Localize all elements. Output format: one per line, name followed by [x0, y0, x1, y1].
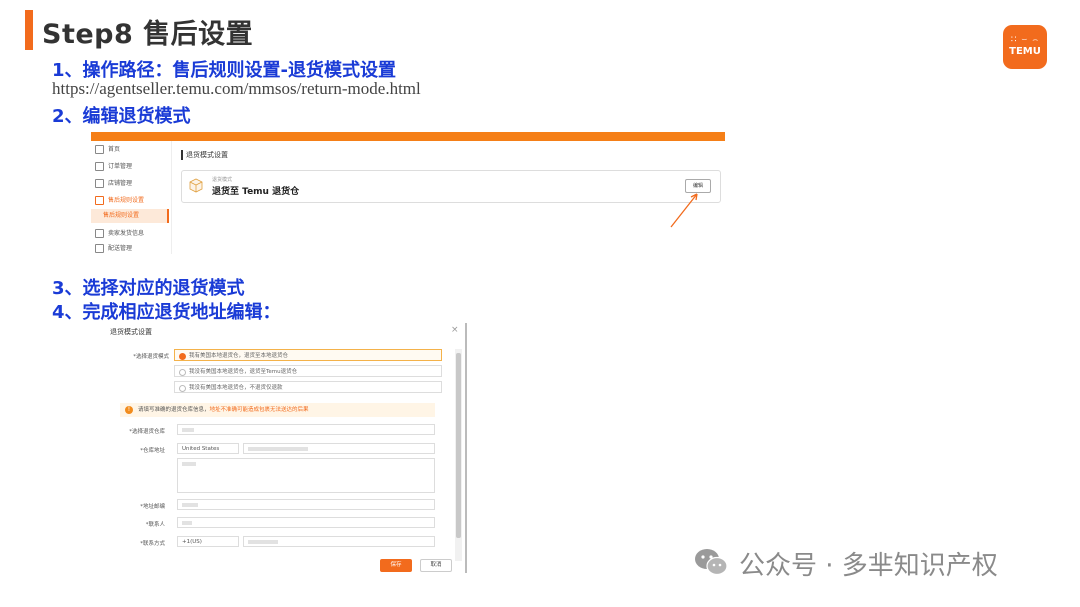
dialog-title: 退货模式设置: [110, 328, 152, 336]
watermark-text: 公众号 · 多芈知识产权: [739, 551, 998, 581]
radio-selected-icon: [179, 353, 186, 360]
home-icon: [95, 145, 104, 154]
mode-label: *选择退货模式: [133, 354, 169, 360]
url-text: https://agentseller.temu.com/mmsos/retur…: [52, 79, 421, 98]
contact-label: *联系人: [145, 522, 165, 528]
dialog-right-border: [465, 323, 467, 573]
option-temu-warehouse[interactable]: 我没有美国本地退货仓，退货至Temu退货仓: [174, 365, 442, 377]
sidebar-item-shipping-info[interactable]: 卖家发货信息: [95, 228, 171, 240]
contact-input[interactable]: [177, 517, 435, 528]
sidebar-divider: [171, 141, 172, 254]
logo-text: TEMU: [1009, 46, 1041, 57]
logo-glyphs: ∷ ⌣ ⌢: [1010, 35, 1040, 45]
warning-icon: !: [125, 406, 133, 414]
save-button[interactable]: 保存: [380, 559, 412, 572]
return-mode-page-screenshot: 首页 订单管理 店铺管理 售后规则设置 售后规则设置 卖家发货信息 配送管理 退…: [91, 132, 725, 254]
return-mode-dialog-screenshot: 退货模式设置 × *选择退货模式 我有美国本地退货仓，退货至本地退货仓 我没有美…: [107, 323, 467, 575]
zip-input[interactable]: [177, 499, 435, 510]
phone-input[interactable]: [243, 536, 435, 547]
radio-icon: [179, 369, 186, 376]
temu-logo: ∷ ⌣ ⌢ TEMU: [1003, 25, 1047, 69]
phone-label: *联系方式: [140, 541, 165, 547]
page-title: Step8 售后设置: [42, 19, 254, 50]
scrollbar-thumb[interactable]: [456, 353, 461, 538]
cancel-button[interactable]: 取消: [420, 559, 452, 572]
shipping-info-icon: [95, 229, 104, 238]
sidebar-item-delivery[interactable]: 配送管理: [95, 243, 171, 254]
truck-icon: [95, 244, 104, 253]
return-mode-card: 退货模式 退货至 Temu 退货仓: [181, 170, 721, 203]
region-select[interactable]: [243, 443, 435, 454]
close-icon[interactable]: ×: [451, 325, 459, 335]
section-title: 退货模式设置: [181, 150, 228, 160]
shop-icon: [95, 179, 104, 188]
order-icon: [95, 162, 104, 171]
card-mode-name: 退货至 Temu 退货仓: [212, 187, 300, 197]
phone-code-select[interactable]: +1(US): [177, 536, 239, 547]
zip-label: *地址邮编: [140, 504, 165, 510]
step-4-text: 4、完成相应退货地址编辑：: [52, 302, 281, 323]
sidebar-item-home[interactable]: 首页: [95, 144, 171, 156]
card-small-label: 退货模式: [212, 177, 233, 183]
sidebar-subitem-aftersales-rules[interactable]: 售后规则设置: [91, 209, 169, 223]
top-bar: [91, 132, 725, 141]
sidebar-item-orders[interactable]: 订单管理: [95, 161, 171, 173]
wechat-icon: [695, 549, 728, 576]
address-detail-textarea[interactable]: [177, 458, 435, 493]
package-box-icon: [189, 178, 203, 193]
step-3-text: 3、选择对应的退货模式: [52, 278, 245, 299]
sidebar-item-aftersales[interactable]: 售后规则设置: [95, 195, 171, 207]
warehouse-select[interactable]: [177, 424, 435, 435]
annotation-arrow-icon: [670, 193, 698, 228]
address-label: *仓库地址: [140, 448, 165, 454]
radio-icon: [179, 385, 186, 392]
aftersales-icon: [95, 196, 104, 205]
step-2-text: 2、编辑退货模式: [52, 106, 191, 127]
sidebar-item-shop[interactable]: 店铺管理: [95, 178, 171, 190]
warehouse-label: *选择退货仓库: [129, 429, 165, 435]
option-local-warehouse[interactable]: 我有美国本地退货仓，退货至本地退货仓: [174, 349, 442, 361]
title-accent-bar: [25, 10, 33, 50]
country-select[interactable]: United States: [177, 443, 239, 454]
option-refund-only[interactable]: 我没有美国本地退货仓，不退货仅退款: [174, 381, 442, 393]
warning-banner: ! 请填写准确的退货仓库信息，地址不准确可能造成包裹无法送达的后果: [120, 403, 435, 417]
sidebar: 首页 订单管理 店铺管理 售后规则设置 售后规则设置 卖家发货信息 配送管理: [91, 141, 171, 254]
